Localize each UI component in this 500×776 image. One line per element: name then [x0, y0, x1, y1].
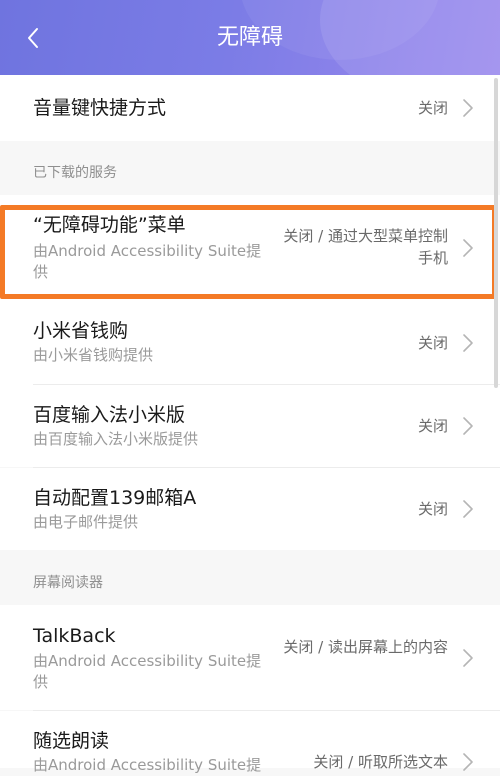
status-text: 关闭: [417, 417, 448, 435]
scrollbar[interactable]: [494, 78, 498, 388]
list-item-baidu-ime[interactable]: 百度输入法小米版 由百度输入法小米版提供 关闭: [0, 385, 500, 467]
status-text: 关闭: [417, 500, 448, 518]
list-item-subtitle: 由Android Accessibility Suite提供: [33, 652, 262, 691]
list-item-subtitle: 由百度输入法小米版提供: [33, 430, 199, 448]
chevron-right-icon: [463, 334, 473, 352]
list-item-title: TalkBack: [33, 625, 116, 647]
status-text: 关闭 / 读出屏幕上的内容: [283, 638, 448, 656]
status-text: 关闭: [417, 99, 448, 117]
list-item-title: 百度输入法小米版: [33, 404, 186, 426]
list-item-select-to-speak[interactable]: 随选朗读 由Android Accessibility Suite提 关闭 / …: [0, 711, 500, 774]
list-item-talkback[interactable]: TalkBack 由Android Accessibility Suite提供 …: [0, 605, 500, 710]
chevron-right-icon: [463, 417, 473, 435]
chevron-right-icon: [463, 99, 473, 117]
chevron-right-icon: [463, 500, 473, 518]
list-item-title: 随选朗读: [33, 730, 110, 752]
chevron-right-icon: [463, 649, 473, 667]
list-item-title: 音量键快捷方式: [33, 97, 167, 119]
list-item-subtitle: 由电子邮件提供: [33, 513, 139, 531]
list-item-volume-shortcut[interactable]: 音量键快捷方式 关闭: [0, 75, 500, 141]
list-item-mail139[interactable]: 自动配置139邮箱A 由电子邮件提供 关闭: [0, 468, 500, 550]
list-item-mishengqian[interactable]: 小米省钱购 由小米省钱购提供 关闭: [0, 305, 500, 385]
highlight-box: [0, 205, 497, 299]
app-header: 无障碍: [0, 0, 500, 75]
page-title: 无障碍: [216, 25, 283, 50]
list-item-subtitle: 由Android Accessibility Suite提: [33, 756, 262, 774]
status-text: 关闭: [417, 334, 448, 352]
section-header-downloaded: 已下载的服务: [33, 165, 117, 181]
list-item-title: 自动配置139邮箱A: [33, 487, 197, 509]
chevron-right-icon: [463, 753, 473, 771]
section-header-screen-reader: 屏幕阅读器: [33, 575, 103, 591]
status-text: 关闭 / 听取所选文本: [313, 753, 448, 771]
list-item-subtitle: 由小米省钱购提供: [33, 346, 154, 364]
list-item-title: 小米省钱购: [33, 320, 129, 342]
